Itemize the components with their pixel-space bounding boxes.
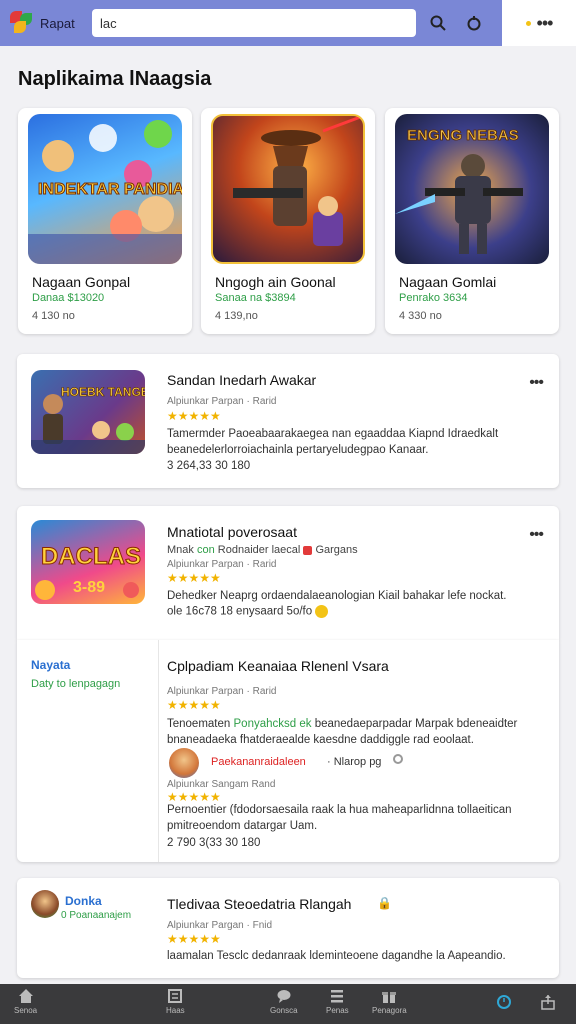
side-title[interactable]: Nayata — [31, 658, 70, 672]
reviewer-comment: Pernoentier (fdodorsaesaila raak la hua … — [167, 804, 512, 832]
featured-card[interactable]: Nngogh ain Goonal Sanaa na $3894 4 139,n… — [201, 108, 375, 334]
search-input[interactable] — [92, 9, 416, 37]
featured-price: Danaa $13020 — [32, 292, 105, 304]
star-rating: ★★★★★ — [167, 409, 221, 423]
section-title: Naplikaima lNaagsia — [18, 68, 212, 90]
top-bar: Rapat ••• — [0, 0, 576, 46]
list-icon — [331, 990, 344, 1003]
review-description: Tenoematen Ponyahcksd ek beanedaeparpada… — [167, 718, 518, 746]
nav-item-chat[interactable]: Gonsca — [270, 988, 298, 1015]
nav-item-home[interactable]: Senoa — [14, 988, 37, 1015]
review-title[interactable]: Cplpadiam Keanaiaa Rlenenl Vsara — [167, 658, 389, 674]
svg-text:3-89: 3-89 — [73, 579, 105, 596]
app-description: Tamermder Paoeabaarakaegea nan egaaddaa … — [167, 428, 499, 456]
app-logo-icon[interactable] — [10, 11, 34, 35]
app-meta: ole 16c78 18 enysaard 5o/fo — [167, 605, 329, 618]
nav-item-clock[interactable] — [496, 994, 512, 1010]
app-list-card[interactable]: Donka 0 Poanaanajem Tledivaa Steoedatria… — [17, 878, 559, 978]
nav-item-gift[interactable]: Penagora — [372, 988, 407, 1015]
developer-avatar — [31, 890, 59, 918]
star-rating: ★★★★★ — [167, 932, 221, 946]
app-title[interactable]: Mnatiotal poverosaat — [167, 524, 297, 540]
review-meta: 2 790 3(33 30 180 — [167, 837, 261, 849]
app-meta: 3 264,33 30 180 — [167, 460, 251, 472]
featured-price: Sanaa na $3894 — [215, 292, 296, 304]
featured-name: Nagaan Gomlai — [399, 274, 497, 290]
emoji-icon — [315, 605, 329, 618]
lock-icon: 🔒 — [377, 896, 392, 910]
app-thumbnail-image: HOEBK TANGBAR — [31, 370, 145, 454]
bottom-navigation: Senoa Haas Gonsca Penas Penagora — [0, 984, 576, 1024]
review-section: Nayata Daty to lenpagagn Cplpadiam Keana… — [17, 640, 559, 862]
featured-card[interactable]: INDEKTAR PANDIA Nagaan Gonpal Danaa $130… — [18, 108, 192, 334]
svg-text:INDEKTAR PANDIA: INDEKTAR PANDIA — [38, 181, 182, 198]
featured-meta: 4 130 no — [32, 310, 75, 322]
info-icon[interactable] — [393, 754, 403, 764]
reviewer-line: Alpiunkar Sangam Rand — [167, 779, 276, 790]
chat-icon — [277, 990, 291, 1003]
featured-meta: 4 330 no — [399, 310, 442, 322]
nav-item-share[interactable] — [540, 994, 556, 1010]
game-art-image: ENGNG NEBAS — [395, 114, 549, 264]
review-developer: Alpiunkar Parpan · Rarid — [167, 686, 277, 697]
more-options-icon[interactable]: ••• — [529, 526, 544, 544]
more-menu-button[interactable]: ••• — [502, 0, 576, 46]
app-list-card[interactable]: DACLAS 3-89 Mnatiotal poverosaat Mnak co… — [17, 506, 559, 640]
app-thumbnail-image: DACLAS 3-89 — [31, 520, 145, 604]
star-rating: ★★★★★ — [167, 698, 221, 712]
game-art-image: INDEKTAR PANDIA — [28, 114, 182, 264]
brand-name: Rapat — [40, 15, 75, 31]
side-subtitle: Daty to lenpagagn — [31, 678, 121, 690]
app-title[interactable]: Tledivaa Steoedatria Rlangah — [167, 896, 351, 912]
featured-price: Penrako 3634 — [399, 292, 468, 304]
more-options-icon[interactable]: ••• — [529, 374, 544, 392]
svg-text:ENGNG NEBAS: ENGNG NEBAS — [407, 127, 519, 144]
app-category: Alpiunkar Parpan · Rarid — [167, 559, 277, 570]
star-rating: ★★★★★ — [167, 571, 221, 585]
share-icon — [541, 995, 555, 1010]
notification-icon[interactable] — [460, 9, 488, 37]
home-icon — [18, 989, 33, 1003]
game-art-image — [211, 114, 365, 264]
app-developer: Alpiunkar Pargan · Fnid — [167, 920, 273, 931]
nav-item-news[interactable]: Haas — [166, 988, 185, 1015]
app-description: laamalan Tesclc dedanraak ldeminteoene d… — [167, 950, 506, 962]
gift-icon — [382, 992, 397, 1003]
side-title[interactable]: Donka — [65, 894, 102, 908]
more-icon: ••• — [536, 13, 554, 33]
search-icon[interactable] — [424, 9, 452, 37]
featured-name: Nngogh ain Goonal — [215, 274, 336, 290]
svg-text:HOEBK TANGBAR: HOEBK TANGBAR — [61, 385, 145, 399]
reviewer-meta: · Nlarop pg — [327, 756, 382, 768]
app-title[interactable]: Sandan Inedarh Awakar — [167, 372, 316, 388]
featured-name: Nagaan Gonpal — [32, 274, 131, 290]
reviewer-avatar[interactable] — [169, 748, 199, 778]
app-badge-icon — [303, 545, 313, 555]
app-list-card[interactable]: HOEBK TANGBAR Sandan Inedarh Awakar Alpi… — [17, 354, 559, 488]
side-subtitle: 0 Poanaanajem — [61, 910, 132, 921]
reviewer-name[interactable]: Paekananraidaleen — [211, 756, 306, 768]
app-developer: Alpiunkar Parpan · Rarid — [167, 396, 277, 407]
nav-item-list[interactable]: Penas — [326, 988, 349, 1015]
featured-meta: 4 139,no — [215, 310, 258, 322]
app-developer: Mnak con Rodnaider laecal Gargans — [167, 544, 358, 556]
news-icon — [168, 989, 183, 1003]
status-dot-icon — [525, 20, 531, 26]
featured-card[interactable]: ENGNG NEBAS Nagaan Gomlai Penrako 3634 4… — [385, 108, 559, 334]
svg-text:DACLAS: DACLAS — [41, 543, 141, 570]
app-description: Dehedker Neaprg ordaendalaeanologian Kia… — [167, 590, 507, 602]
clock-icon — [497, 995, 511, 1009]
